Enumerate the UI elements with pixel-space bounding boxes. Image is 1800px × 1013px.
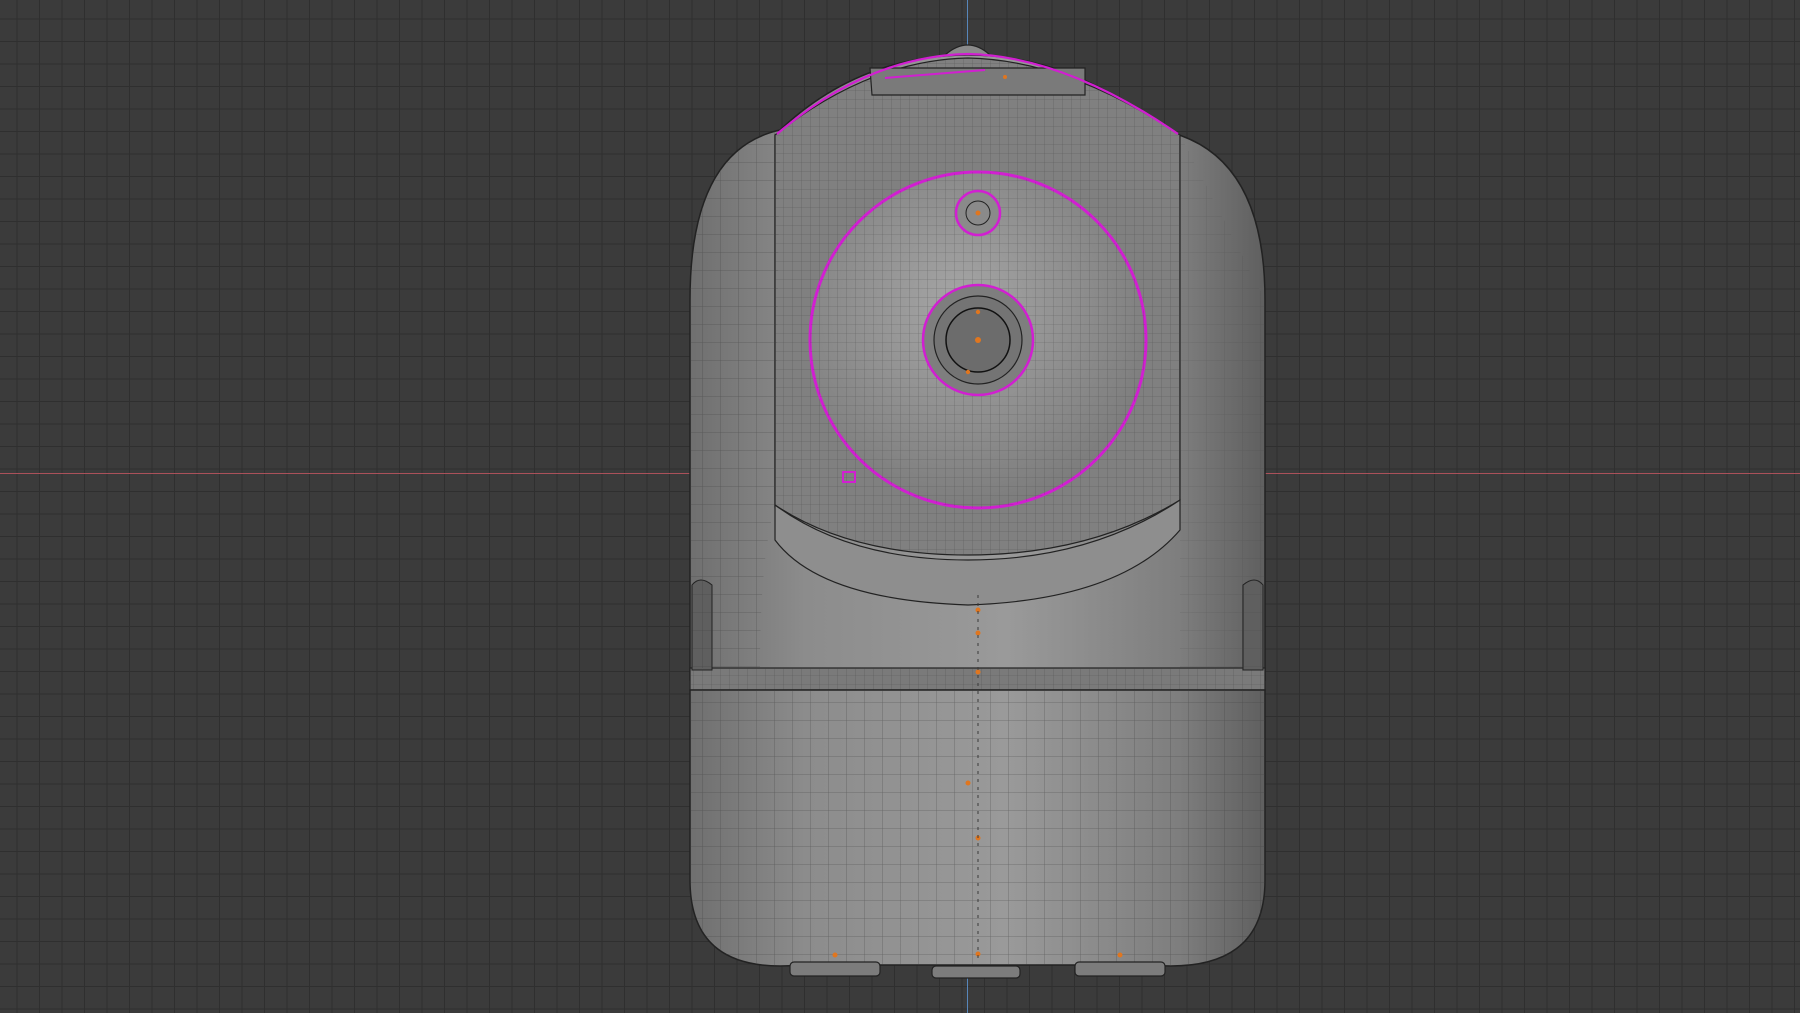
vertex-dot	[965, 369, 971, 375]
foot-right	[1074, 961, 1166, 977]
vertex-dot	[975, 337, 981, 343]
vertex-dot	[975, 309, 981, 315]
foot-left	[789, 961, 881, 977]
3d-viewport[interactable]	[0, 0, 1800, 1013]
vertex-dot	[975, 210, 981, 216]
top-vent	[869, 67, 1086, 96]
camera-model-mesh[interactable]	[0, 0, 1800, 1013]
foot-center	[931, 965, 1021, 979]
